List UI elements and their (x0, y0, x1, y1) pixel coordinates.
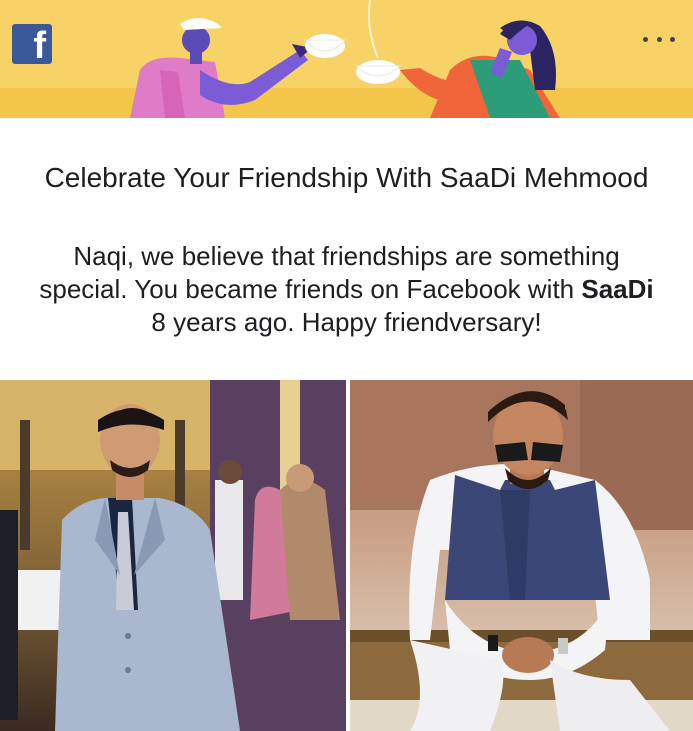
user-photo[interactable] (0, 380, 346, 731)
user-photo-image (0, 380, 346, 731)
card-body: Naqi, we believe that friendships are so… (30, 240, 663, 339)
friend-photo-image (350, 380, 693, 731)
more-options-button[interactable] (643, 28, 675, 50)
facebook-logo[interactable]: f (12, 24, 52, 64)
dot-icon (643, 36, 648, 42)
friendversary-banner: f (0, 0, 693, 118)
dot-icon (656, 36, 662, 42)
friend-photo[interactable] (350, 380, 693, 731)
dot-icon (670, 36, 675, 42)
friendversary-message: Celebrate Your Friendship With SaaDi Meh… (0, 118, 693, 380)
friend-name[interactable]: SaaDi (581, 274, 653, 304)
body-prefix: Naqi, we believe that friendships are so… (39, 241, 620, 304)
card-title: Celebrate Your Friendship With SaaDi Meh… (44, 162, 649, 193)
body-suffix: 8 years ago. Happy friendversary! (151, 307, 542, 337)
toast-illustration (130, 0, 560, 118)
photo-pair (0, 380, 693, 731)
